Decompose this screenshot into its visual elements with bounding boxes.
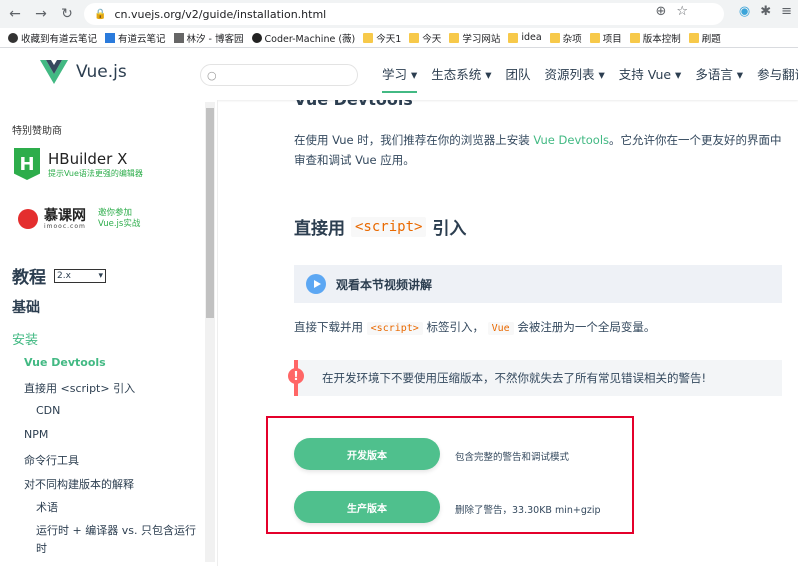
imooc-logo-icon — [18, 209, 38, 230]
folder-icon — [629, 32, 640, 43]
warning-text: 在开发环境下不要使用压缩版本，不然你就失去了所有常见错误相关的警告! — [322, 371, 707, 385]
chevron-down-icon: ▾ — [98, 270, 103, 281]
bookmark-icon — [173, 32, 184, 43]
folder-icon — [449, 32, 460, 43]
hbuilder-subtitle: 提示Vue语法更强的编辑器 — [48, 168, 143, 178]
section-basic: 基础 — [12, 300, 40, 316]
nav-translate[interactable]: 参与翻译 — [757, 64, 798, 93]
hbuilder-logo-icon: H — [14, 148, 40, 180]
sidebar-scrollbar[interactable] — [205, 102, 215, 562]
url-text: cn.vuejs.org/v2/guide/installation.html — [114, 7, 327, 21]
vue-logo[interactable]: Vue.js — [40, 60, 127, 84]
sidebar-item-npm[interactable]: NPM — [24, 428, 48, 441]
version-select[interactable]: 2.x ▾ — [54, 268, 106, 283]
sidebar-item-cli[interactable]: 命令行工具 — [24, 452, 79, 468]
bookmark-folder[interactable]: 刷题 — [688, 31, 721, 45]
scrollbar-thumb[interactable] — [206, 108, 214, 318]
bookmark-folder[interactable]: 项目 — [589, 31, 622, 45]
logo-text: Vue.js — [76, 62, 127, 82]
folder-icon — [589, 32, 600, 43]
folder-icon — [688, 32, 699, 43]
sidebar-item-builds[interactable]: 对不同构建版本的解释 — [24, 476, 134, 492]
bookmark-folder[interactable]: 今天 — [409, 31, 441, 45]
tutorial-title: 教程 — [12, 268, 46, 288]
direct-paragraph: 直接下载并用 <script> 标签引入， Vue 会被注册为一个全局变量。 — [294, 320, 656, 335]
folder-icon — [409, 32, 420, 43]
sidebar-item-script[interactable]: 直接用 <script> 引入 — [24, 380, 135, 396]
vue-logo-icon — [40, 60, 68, 84]
back-icon[interactable]: ← — [4, 3, 26, 25]
script-heading: 直接用 <script> 引入 — [294, 216, 467, 239]
extension-icon-1[interactable]: ◉ — [739, 4, 750, 19]
bookmark-folder[interactable]: idea — [508, 32, 542, 43]
sponsor-label: 特别赞助商 — [12, 126, 62, 137]
main-content: Vue Devtools 在使用 Vue 时，我们推荐在你的浏览器上安装 Vue… — [218, 100, 798, 566]
hbuilder-sponsor[interactable]: H HBuilder X 提示Vue语法更强的编辑器 — [14, 148, 143, 180]
github-icon — [251, 32, 262, 43]
star-icon[interactable]: ☆ — [676, 4, 688, 19]
nav-learn[interactable]: 学习 ▾ — [382, 64, 418, 93]
imooc-sponsor[interactable]: 慕课网 imooc.com 邀你参加 Vue.js实战 — [18, 208, 140, 231]
sidebar-item-runtime-cont[interactable]: 时 — [36, 540, 47, 556]
browser-toolbar: ← → ↻ 🔒 cn.vuejs.org/v2/guide/installati… — [0, 0, 798, 28]
address-bar[interactable]: 🔒 cn.vuejs.org/v2/guide/installation.htm… — [84, 3, 724, 25]
bookmark-folder[interactable]: 今天1 — [363, 31, 401, 45]
prod-version-desc: 删除了警告，33.30KB min+gzip — [455, 505, 601, 516]
zoom-icon[interactable]: ⊕ — [655, 4, 666, 19]
imooc-promo-line1: 邀你参加 — [98, 208, 133, 218]
bookmark-folder[interactable]: 杂项 — [549, 31, 582, 45]
site-header: Vue.js ○ 学习 ▾ 生态系统 ▾ 团队 资源列表 ▾ 支持 Vue ▾ … — [0, 48, 798, 100]
devtools-link[interactable]: Vue Devtools — [533, 133, 609, 147]
nav-team[interactable]: 团队 — [506, 64, 531, 93]
puzzle-icon[interactable]: ✱ — [760, 4, 771, 19]
bookmark-icon — [105, 32, 116, 43]
bookmark-item[interactable]: Coder-Machine (薇) — [251, 31, 355, 45]
nav-ecosystem[interactable]: 生态系统 ▾ — [431, 64, 491, 93]
sidebar: 特别赞助商 H HBuilder X 提示Vue语法更强的编辑器 慕课网 imo… — [0, 100, 218, 566]
bookmark-item[interactable]: 林汐 - 博客园 — [173, 31, 244, 45]
top-nav: 学习 ▾ 生态系统 ▾ 团队 资源列表 ▾ 支持 Vue ▾ 多语言 ▾ 参与翻… — [382, 64, 798, 93]
prod-version-button[interactable]: 生产版本 — [294, 491, 440, 523]
devtools-heading: Vue Devtools — [294, 100, 413, 109]
sidebar-item-runtime[interactable]: 运行时 + 编译器 vs. 只包含运行 — [36, 522, 196, 538]
dev-version-button[interactable]: 开发版本 — [294, 438, 440, 470]
imooc-name: 慕课网 — [44, 207, 86, 224]
imooc-promo-line2: Vue.js实战 — [98, 219, 141, 230]
video-text: 观看本节视频讲解 — [336, 277, 433, 292]
sidebar-item-cdn[interactable]: CDN — [36, 404, 60, 417]
nav-language[interactable]: 多语言 ▾ — [695, 64, 743, 93]
warning-callout: ! 在开发环境下不要使用压缩版本，不然你就失去了所有常见错误相关的警告! — [288, 360, 782, 396]
hbuilder-title: HBuilder X — [48, 149, 128, 168]
bookmark-icon — [8, 32, 18, 43]
nav-support[interactable]: 支持 Vue ▾ — [619, 64, 682, 93]
dev-version-desc: 包含完整的警告和调试模式 — [455, 452, 570, 463]
play-icon — [306, 274, 326, 294]
folder-icon — [363, 32, 374, 43]
folder-icon — [508, 32, 519, 43]
bookmark-item[interactable]: 有道云笔记 — [105, 31, 166, 45]
sidebar-item-terms[interactable]: 术语 — [36, 499, 58, 515]
sidebar-item-install[interactable]: 安装 — [12, 329, 38, 348]
search-icon: ○ — [207, 68, 217, 82]
video-lesson-link[interactable]: 观看本节视频讲解 — [294, 265, 782, 303]
bookmarks-bar: 收藏到有道云笔记 有道云笔记 林汐 - 博客园 Coder-Machine (薇… — [0, 28, 798, 48]
bookmark-folder[interactable]: 学习网站 — [449, 31, 500, 45]
imooc-url: imooc.com — [44, 222, 86, 230]
sidebar-item-devtools[interactable]: Vue Devtools — [24, 356, 106, 369]
bookmark-folder[interactable]: 版本控制 — [629, 31, 681, 45]
reading-list-icon[interactable]: ≡ — [781, 4, 792, 19]
forward-icon[interactable]: → — [30, 3, 52, 25]
nav-resources[interactable]: 资源列表 ▾ — [545, 64, 605, 93]
lock-icon: 🔒 — [94, 8, 107, 20]
folder-icon — [549, 32, 560, 43]
reload-icon[interactable]: ↻ — [56, 3, 78, 25]
devtools-paragraph: 在使用 Vue 时，我们推荐在你的浏览器上安装 Vue Devtools。它允许… — [294, 133, 782, 167]
search-input[interactable]: ○ — [200, 64, 358, 86]
warning-icon: ! — [288, 368, 304, 384]
bookmark-item[interactable]: 收藏到有道云笔记 — [8, 31, 97, 45]
